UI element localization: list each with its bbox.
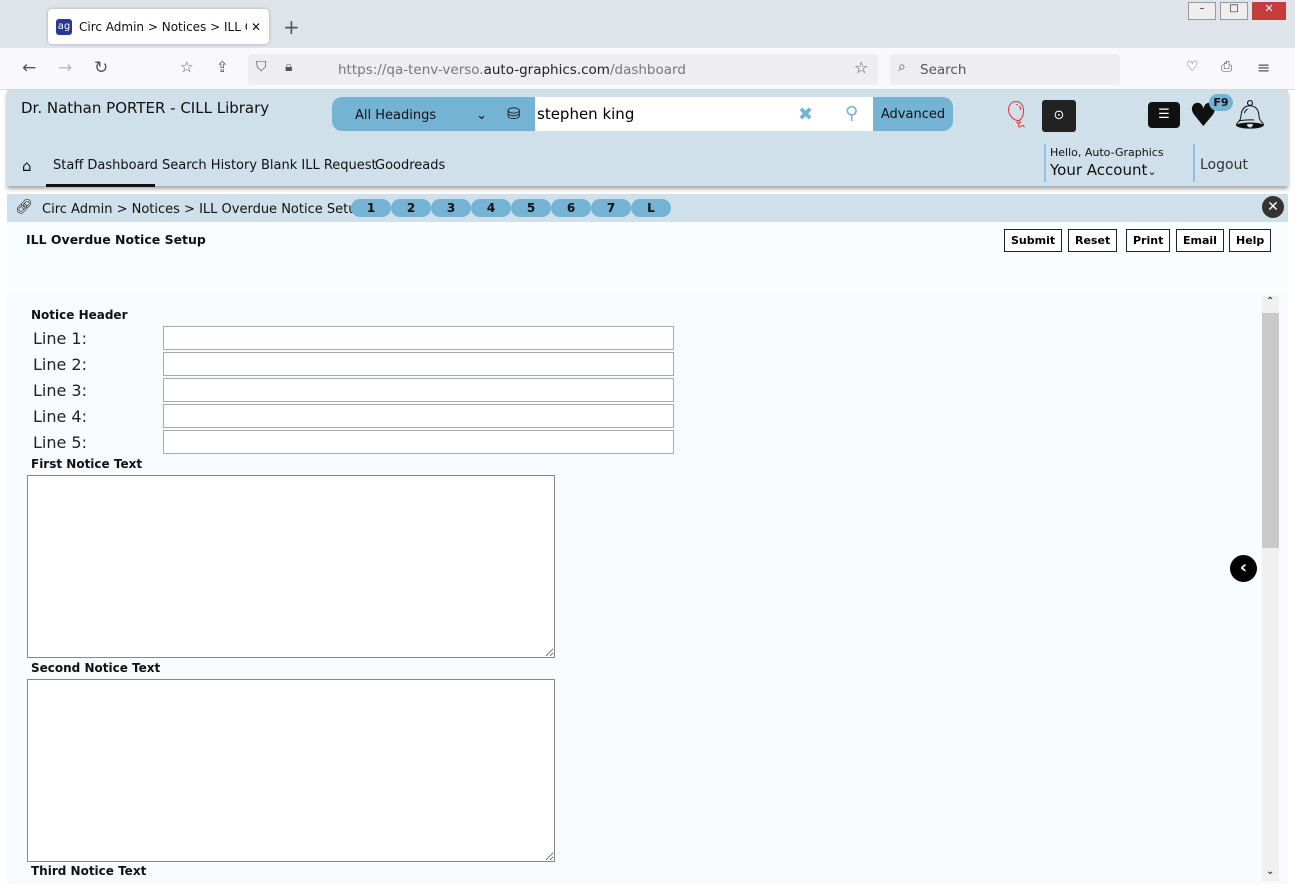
help-button[interactable]: Help [1229,229,1272,252]
favorites-badge: F9 [1209,94,1233,111]
line-5-input[interactable] [163,430,674,454]
quick-link-4[interactable]: 4 [471,199,511,217]
notice-header-label: Notice Header [31,308,128,322]
line-1-input[interactable] [163,326,674,350]
list-icon[interactable]: ☰ [1148,102,1180,128]
browser-tab[interactable]: agCirc Admin > Notices > ILL Overdue Not… [48,9,269,44]
menu-icon[interactable]: ≡ [1257,58,1270,77]
quick-link-7[interactable]: 7 [591,199,631,217]
minimize-icon[interactable]: – [1188,2,1216,20]
balloon-icon[interactable]: 🎈︎ [1000,100,1033,130]
window-controls: – □ ✕ [1188,2,1288,20]
heading-select[interactable]: All Headings ⌄ [355,108,487,123]
link-icon: 🔗︎ [15,199,33,215]
chevron-left-icon[interactable]: ‹ [1230,555,1257,582]
search-input[interactable] [535,97,873,131]
nav-blank-ill-request[interactable]: Blank ILL Request [261,158,377,173]
first-notice-textarea[interactable] [27,475,555,658]
line-4-label: Line 4: [33,407,87,426]
email-button[interactable]: Email [1176,229,1224,252]
nav-search-history[interactable]: Search History [162,158,257,173]
share-icon[interactable]: ⇪ [216,58,229,76]
browser-search[interactable]: Search [890,54,1120,85]
database-icon[interactable]: ⛁ [507,104,520,123]
app-logo-icon: ag [56,18,72,35]
scrollbar-thumb[interactable] [1262,313,1279,548]
bookmark-page-icon[interactable]: ☆ [180,58,193,76]
bell-icon[interactable]: 🔔︎ [1232,98,1268,131]
back-icon[interactable]: ← [22,58,36,78]
quick-link-3[interactable]: 3 [431,199,471,217]
first-notice-label: First Notice Text [31,457,143,471]
reset-button[interactable]: Reset [1068,229,1118,252]
upload-catalog-icon[interactable]: ⊙ [1042,100,1076,132]
url-bar[interactable]: https://qa-tenv-verso. auto-graphics.com /… [248,54,878,85]
scroll-down-icon[interactable]: ⌄ [1266,866,1274,877]
close-tab-icon[interactable]: ✕ [251,20,261,34]
close-icon[interactable]: ✕ [1262,196,1284,218]
lock-icon[interactable]: 🔒︎ [285,59,292,75]
new-tab-icon[interactable]: + [283,15,300,39]
star-icon[interactable]: ☆ [854,58,868,77]
search-icon[interactable]: ⚲ [845,103,858,124]
quick-link-2[interactable]: 2 [391,199,431,217]
your-account-menu[interactable]: Your Account⌄ [1050,161,1157,179]
clear-search-icon[interactable]: ✖ [798,104,813,125]
maximize-icon[interactable]: □ [1220,2,1248,20]
line-2-label: Line 2: [33,355,87,374]
nav-goodreads[interactable]: Goodreads [375,158,445,173]
page-title: ILL Overdue Notice Setup [26,232,206,247]
divider [1193,144,1195,182]
line-3-input[interactable] [163,378,674,402]
submit-button[interactable]: Submit [1004,229,1063,252]
breadcrumb: Circ Admin > Notices > ILL Overdue Notic… [42,202,365,217]
print-button[interactable]: Print [1126,229,1171,252]
shield-icon[interactable]: ⛉ [256,59,267,75]
advanced-search-button[interactable]: Advanced [873,97,953,131]
quick-link-l[interactable]: L [631,199,671,217]
divider [1044,144,1046,182]
logout-link[interactable]: Logout [1200,157,1248,173]
forward-icon[interactable]: → [58,58,72,78]
pocket-icon[interactable]: ♡ [1186,59,1199,75]
nav-staff-dashboard[interactable]: Staff Dashboard [53,158,158,173]
library-name: Dr. Nathan PORTER - CILL Library [21,99,270,117]
quick-link-6[interactable]: 6 [551,199,591,217]
third-notice-label: Third Notice Text [31,864,147,878]
reload-icon[interactable]: ↻ [94,58,108,78]
greeting: Hello, Auto-Graphics [1050,146,1164,159]
line-5-label: Line 5: [33,433,87,452]
line-2-input[interactable] [163,352,674,376]
second-notice-textarea[interactable] [27,679,555,862]
close-window-icon[interactable]: ✕ [1252,2,1286,20]
scroll-up-icon[interactable]: ⌃ [1266,296,1274,307]
active-tab-indicator [46,184,155,187]
quick-link-5[interactable]: 5 [511,199,551,217]
quick-link-1[interactable]: 1 [351,199,391,217]
chevron-down-icon: ⌄ [1147,165,1157,178]
second-notice-label: Second Notice Text [31,661,161,675]
home-icon[interactable]: ⌂ [22,157,32,175]
line-3-label: Line 3: [33,381,87,400]
chevron-down-icon: ⌄ [476,108,488,123]
line-1-label: Line 1: [33,329,87,348]
print-icon[interactable]: ⎙ [1221,59,1232,75]
search-icon: ⌕ [898,59,906,75]
line-4-input[interactable] [163,404,674,428]
